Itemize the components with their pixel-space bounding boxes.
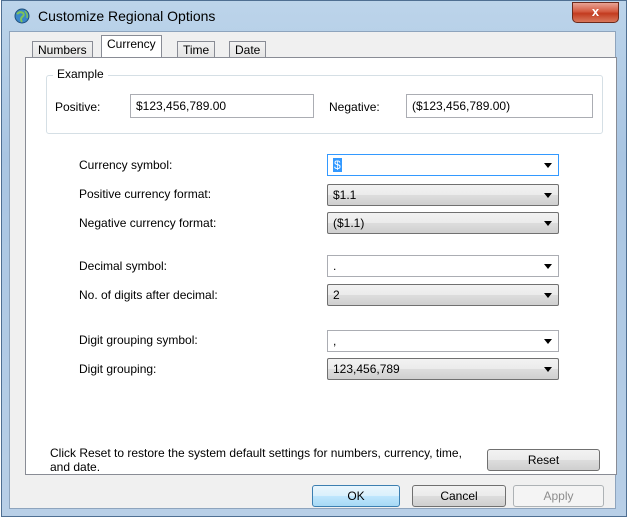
negative-format-label: Negative currency format: bbox=[79, 216, 217, 230]
tab-label: Date bbox=[235, 43, 261, 57]
chevron-down-icon[interactable] bbox=[544, 367, 552, 372]
cancel-button-label: Cancel bbox=[440, 489, 478, 503]
positive-format-select[interactable]: $1.1 bbox=[327, 184, 559, 206]
chevron-down-icon[interactable] bbox=[544, 163, 552, 168]
grouping-symbol-label: Digit grouping symbol: bbox=[79, 333, 198, 347]
digits-after-decimal-label: No. of digits after decimal: bbox=[79, 288, 218, 302]
digit-grouping-label: Digit grouping: bbox=[79, 362, 157, 376]
decimal-symbol-combo[interactable]: . bbox=[327, 255, 559, 277]
tab-currency[interactable]: Currency bbox=[101, 35, 162, 57]
negative-format-value: ($1.1) bbox=[333, 216, 365, 230]
currency-symbol-label: Currency symbol: bbox=[79, 158, 173, 172]
chevron-down-icon[interactable] bbox=[544, 293, 552, 298]
apply-button-label: Apply bbox=[543, 489, 574, 503]
chevron-down-icon[interactable] bbox=[544, 193, 552, 198]
apply-button[interactable]: Apply bbox=[513, 485, 604, 507]
grouping-symbol-value: , bbox=[333, 334, 337, 348]
chevron-down-icon[interactable] bbox=[544, 339, 552, 344]
cancel-button[interactable]: Cancel bbox=[412, 485, 506, 507]
currency-symbol-value: $ bbox=[333, 158, 342, 172]
example-legend: Example bbox=[53, 67, 108, 81]
close-button[interactable]: x bbox=[572, 2, 619, 23]
negative-example-field: ($123,456,789.00) bbox=[406, 94, 593, 118]
digit-grouping-value: 123,456,789 bbox=[333, 362, 400, 376]
grouping-symbol-combo[interactable]: , bbox=[327, 330, 559, 352]
positive-format-value: $1.1 bbox=[333, 188, 357, 202]
reset-note: Click Reset to restore the system defaul… bbox=[50, 446, 462, 474]
tab-label: Currency bbox=[107, 37, 156, 51]
reset-button[interactable]: Reset bbox=[487, 449, 600, 471]
decimal-symbol-value: . bbox=[333, 259, 337, 273]
reset-button-label: Reset bbox=[527, 453, 560, 467]
close-icon: x bbox=[591, 4, 600, 19]
positive-label: Positive: bbox=[55, 100, 101, 114]
digits-after-decimal-select[interactable]: 2 bbox=[327, 284, 559, 306]
globe-icon bbox=[13, 7, 31, 25]
chevron-down-icon[interactable] bbox=[544, 264, 552, 269]
positive-example-field: $123,456,789.00 bbox=[130, 94, 314, 118]
currency-symbol-combo[interactable]: $ bbox=[327, 154, 559, 176]
ok-button[interactable]: OK bbox=[312, 485, 400, 507]
ok-button-label: OK bbox=[347, 489, 365, 503]
tab-label: Numbers bbox=[38, 43, 87, 57]
chevron-down-icon[interactable] bbox=[544, 221, 552, 226]
negative-format-select[interactable]: ($1.1) bbox=[327, 212, 559, 234]
negative-label: Negative: bbox=[329, 100, 380, 114]
digits-after-decimal-value: 2 bbox=[333, 288, 340, 302]
title-bar[interactable]: Customize Regional Options x bbox=[2, 1, 626, 31]
tab-label: Time bbox=[183, 43, 210, 57]
window-title: Customize Regional Options bbox=[38, 8, 216, 24]
digit-grouping-select[interactable]: 123,456,789 bbox=[327, 358, 559, 380]
decimal-symbol-label: Decimal symbol: bbox=[79, 259, 168, 273]
positive-format-label: Positive currency format: bbox=[79, 187, 212, 201]
